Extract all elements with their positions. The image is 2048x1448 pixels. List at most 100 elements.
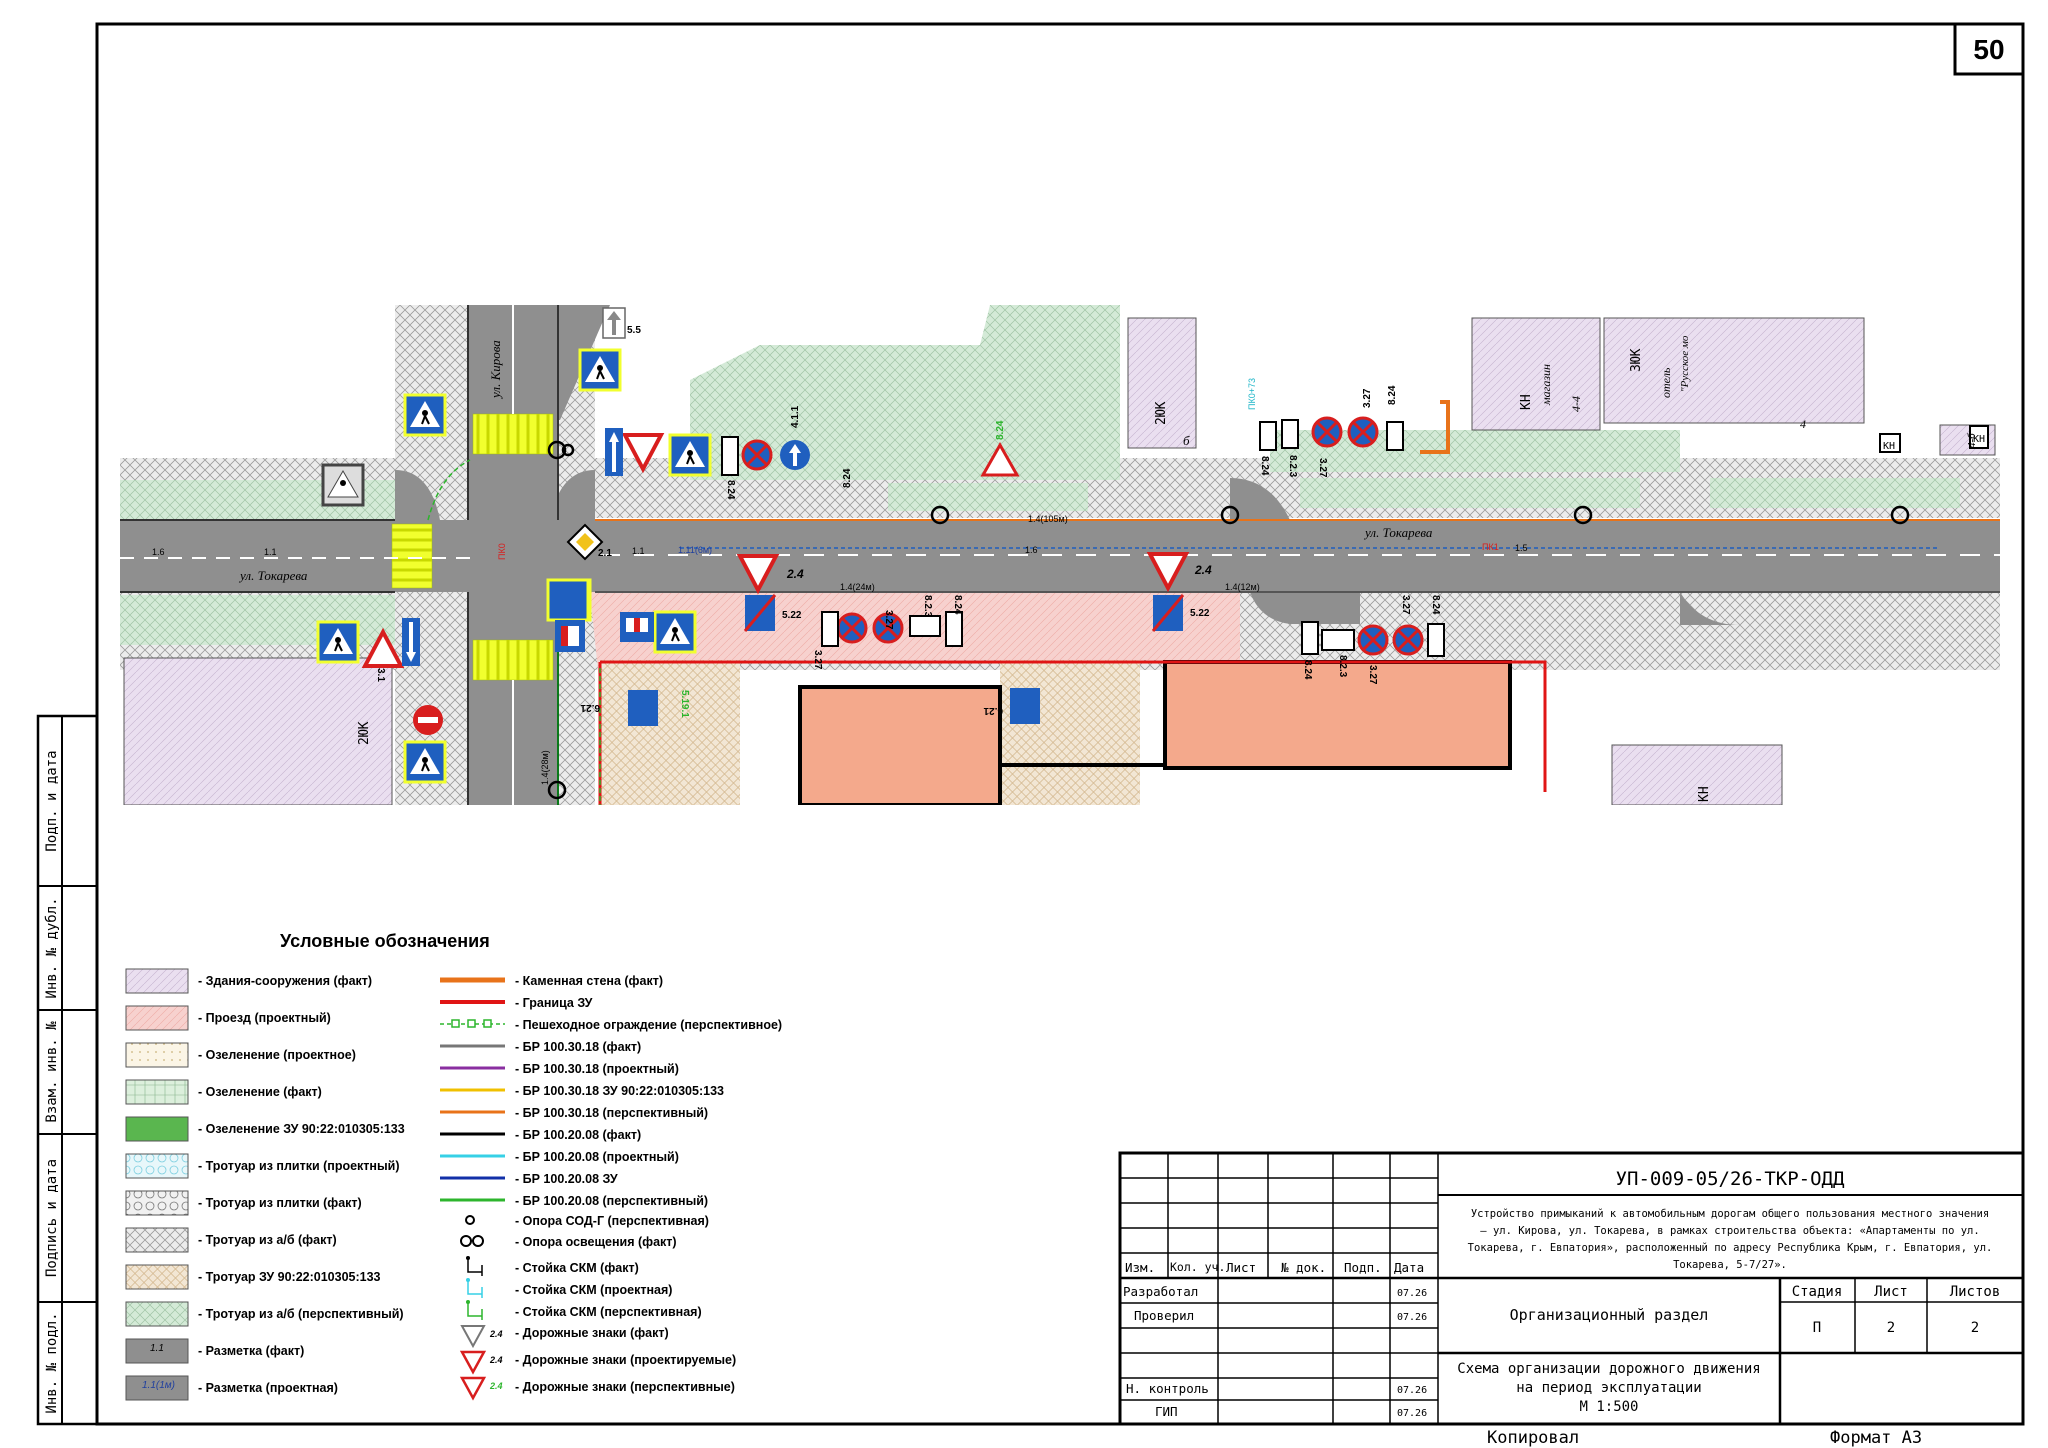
legend-right-8: - БР 100.20.08 (факт) — [515, 1128, 641, 1142]
sign-pedestrian-1 — [578, 348, 622, 392]
label-building-6: 4-4 — [1569, 396, 1583, 412]
sign-code-19: 8.24 — [1259, 456, 1270, 476]
tb-drawing-title-2: на период эксплуатации — [1516, 1380, 1701, 1396]
marking-2: 1.1 — [264, 547, 277, 557]
title-block: Изм. Кол. уч. Лист № док. Подп. Дата Раз… — [1118, 1151, 2025, 1426]
tb-drawing-title-1: Схема организации дорожного движения — [1457, 1361, 1760, 1377]
legend-left-12: - Разметка (проектная) — [198, 1381, 338, 1395]
legend-right-7: - БР 100.30.18 (перспективный) — [515, 1106, 708, 1120]
legend-left-11: - Разметка (факт) — [198, 1344, 304, 1358]
sign-code-4: 2.4 — [1194, 563, 1212, 577]
label-building-10: 4 — [1800, 417, 1806, 431]
legend-left-3: - Озеленение (проектное) — [198, 1048, 356, 1062]
legend-swatch-proezd — [125, 1005, 189, 1031]
green-north-4 — [1710, 478, 1960, 508]
sign-code-21: 3.27 — [1317, 458, 1328, 478]
stamp-cell-2: Инв. № дубл. — [44, 897, 60, 998]
label-building-9: "Русское мо — [1679, 335, 1691, 392]
marking-7: 1.5 — [1515, 543, 1528, 553]
marking-12: ПК0 — [497, 543, 507, 560]
legend-sign-code-persp: 2.4 — [489, 1381, 503, 1391]
tb-row-norm-control: Н. контроль — [1126, 1381, 1209, 1396]
marking-11: ПК1 — [1482, 542, 1499, 552]
legend-sign-code-proj: 2.4 — [489, 1355, 503, 1365]
footer-format: Формат А3 — [1830, 1428, 1922, 1448]
tb-header-podp: Подп. — [1344, 1260, 1382, 1275]
side-stamp: Подп. и дата Инв. № дубл. Взам. инв. № П… — [36, 714, 99, 1426]
label-building-7: 3ЮК — [1629, 348, 1644, 372]
sign-code-7: 3.27 — [883, 610, 894, 630]
green-north-6 — [1300, 478, 1640, 508]
tb-date-4: 07.26 — [1397, 1408, 1427, 1419]
building-2yuk-south — [123, 657, 393, 805]
sign-code-16: 8.24 — [1430, 595, 1441, 615]
legend-right-13: - Опора освещения (факт) — [515, 1235, 677, 1249]
new-building-east — [1163, 660, 1512, 770]
legend-right-3: - Пешеходное ограждение (перспективное) — [515, 1018, 782, 1032]
sign-code-15: 3.27 — [1400, 595, 1411, 615]
marking-13: ПК0+73 — [1247, 378, 1257, 410]
sign-pedestrian-2 — [403, 393, 447, 437]
sign-code-22: 3.27 — [1362, 388, 1373, 408]
sign-code-17: 6.21 — [580, 702, 600, 713]
marking-8: 1.4(24м) — [840, 582, 875, 592]
label-building-13: КН — [1973, 434, 1985, 445]
tb-sheets-header: Листов — [1950, 1284, 2001, 1300]
sign-4-1-1 — [780, 440, 810, 470]
label-building-1: 2ЮК — [1154, 401, 1169, 425]
marking-1: 1.6 — [152, 547, 165, 557]
tb-stage-header: Стадия — [1792, 1284, 1843, 1300]
label-building-3: б — [1183, 433, 1190, 448]
crosswalk-south — [472, 639, 554, 681]
proezd-east — [985, 592, 1240, 660]
label-building-5: магазин — [1539, 364, 1553, 406]
stamp-cell-4: Подпись и дата — [44, 1159, 60, 1277]
legend-left-2: - Проезд (проектный) — [198, 1011, 331, 1025]
crosswalk-west — [391, 523, 433, 589]
sign-6-21-2 — [1010, 688, 1040, 724]
sign-pedestrian-3 — [668, 433, 712, 477]
sign-code-1: 5.5 — [627, 325, 641, 336]
legend-left-10: - Тротуар из а/б (перспективный) — [198, 1307, 404, 1321]
legend-left-8: - Тротуар из а/б (факт) — [198, 1233, 337, 1247]
sign-code-10: 3.27 — [812, 650, 823, 670]
legend-right-17: - Дорожные знаки (факт) — [515, 1326, 669, 1340]
legend-right-14: - Стойка СКМ (факт) — [515, 1261, 639, 1275]
legend-right-11: - БР 100.20.08 (перспективный) — [515, 1194, 708, 1208]
tb-drawing-title-3: М 1:500 — [1579, 1399, 1638, 1415]
sign-5-5 — [602, 307, 626, 339]
legend-marking-fact-text: 1.1 — [150, 1343, 164, 1354]
label-building-4: КН — [1519, 394, 1534, 410]
sign-pedestrian-8 — [546, 578, 590, 622]
sign-5-19-1 — [620, 612, 654, 642]
label-building-2: 2ЮК — [357, 721, 372, 745]
tb-sheet-header: Лист — [1874, 1284, 1908, 1300]
legend-right-5: - БР 100.30.18 (проектный) — [515, 1062, 679, 1076]
sign-pedestrian-7 — [403, 740, 447, 784]
sign-code-14: 8.24 — [1302, 660, 1313, 680]
sign-lane-arrow-1 — [605, 428, 623, 476]
sign-pedestrian-fact — [321, 463, 365, 507]
sign-code-6: 5.22 — [1190, 608, 1210, 619]
tile-sidewalk-mid — [1000, 660, 1140, 805]
tb-description-4: Токарева, 5-7/27». — [1673, 1259, 1787, 1271]
tb-header-kol: Кол. уч. — [1170, 1260, 1225, 1274]
legend-right-10: - БР 100.20.08 ЗУ — [515, 1172, 618, 1186]
stamp-cell-1: Подп. и дата — [44, 750, 60, 851]
legend-left-6: - Тротуар из плитки (проектный) — [198, 1159, 400, 1173]
building-2yuk-north — [1127, 317, 1197, 449]
marking-5: 1.6 — [1025, 545, 1038, 555]
sign-5-22-2 — [1151, 594, 1185, 632]
legend-swatch-green-fact — [125, 1079, 189, 1105]
legend-right-6: - БР 100.30.18 ЗУ 90:22:010305:133 — [515, 1084, 724, 1098]
legend-title: Условные обозначения — [280, 931, 490, 951]
legend-swatch-sidewalk-zu — [125, 1264, 189, 1290]
new-building-west — [798, 685, 1002, 805]
sign-code-25: 3.1 — [375, 668, 386, 682]
tb-sheet: 2 — [1887, 1320, 1895, 1336]
sign-code-3: 2.4 — [786, 567, 804, 581]
tb-description-1: Устройство примыканий к автомобильным до… — [1471, 1208, 1989, 1220]
sign-code-9: 8.24 — [952, 595, 963, 615]
footer-copied: Копировал — [1487, 1428, 1579, 1448]
tb-header-doc: № док. — [1281, 1260, 1326, 1275]
